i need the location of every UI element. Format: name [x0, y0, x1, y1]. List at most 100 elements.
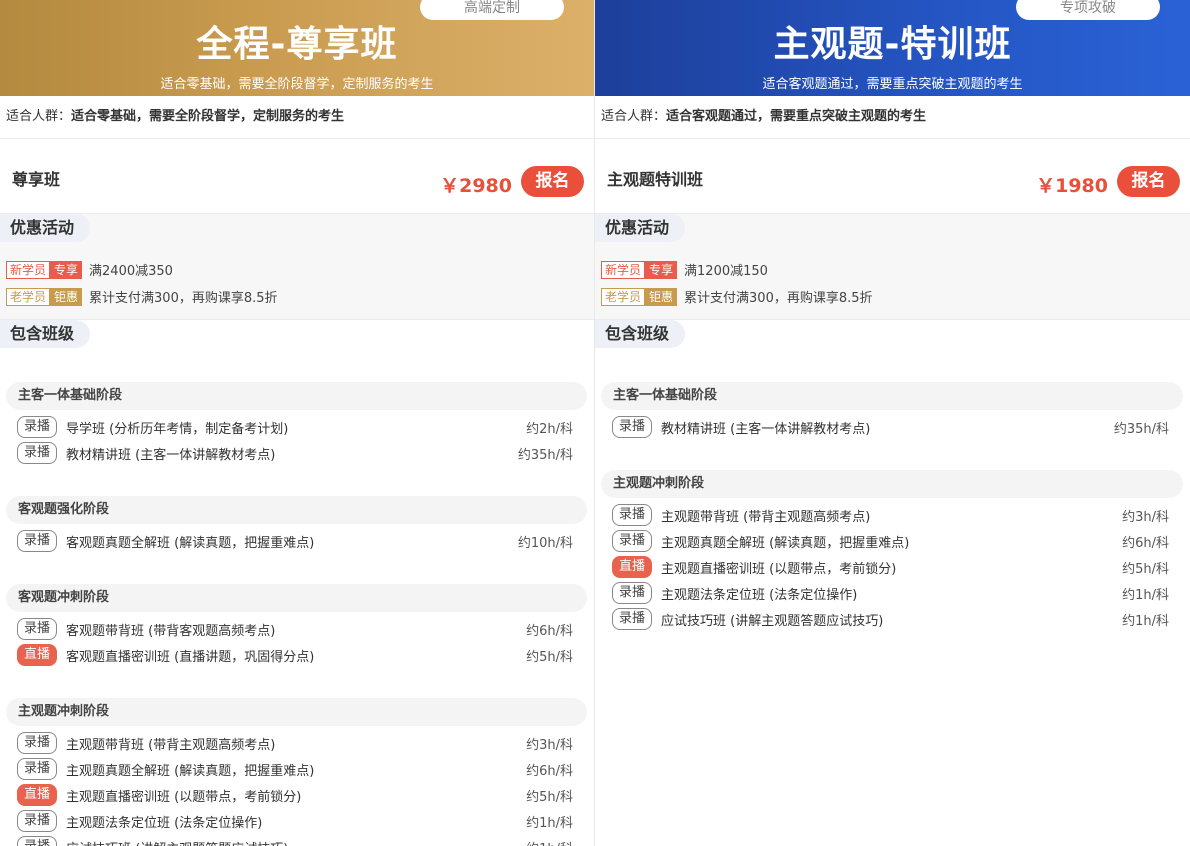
- class-duration: 约3h/科: [1122, 509, 1169, 525]
- class-item[interactable]: 录播 主观题带背班 (带背主观题高频考点) 约3h/科: [595, 502, 1190, 528]
- promotion-badge-audience: 老学员: [6, 287, 51, 306]
- promotion-item: 老学员 钜惠 累计支付满300，再购课享8.5折: [0, 283, 594, 310]
- class-item[interactable]: 直播 客观题直播密训班 (直播讲题，巩固得分点) 约5h/科: [0, 642, 594, 668]
- class-duration: 约10h/科: [517, 535, 573, 551]
- target-audience-value: 适合零基础，需要全阶段督学，定制服务的考生: [71, 109, 345, 124]
- class-item[interactable]: 录播 主观题法条定位班 (法条定位操作) 约1h/科: [0, 808, 594, 834]
- stage-title: 客观题强化阶段: [6, 496, 587, 524]
- class-name: 教材精讲班 (主客一体讲解教材考点): [661, 421, 871, 437]
- class-name: 主观题直播密训班 (以题带点，考前锁分): [661, 561, 897, 577]
- promotions-header: 优惠活动: [595, 214, 1190, 244]
- class-item[interactable]: 录播 教材精讲班 (主客一体讲解教材考点) 约35h/科: [595, 414, 1190, 440]
- promotion-text: 累计支付满300，再购课享8.5折: [684, 291, 873, 306]
- recorded-badge: 录播: [17, 836, 57, 846]
- stage-group: 主观题冲刺阶段 录播 主观题带背班 (带背主观题高频考点) 约3h/科 录播 主观题真题全…: [0, 698, 594, 846]
- class-name: 教材精讲班 (主客一体讲解教材考点): [66, 447, 276, 463]
- promotions: 优惠活动 新学员 专享 满2400减350 老学员 钜惠 累计支付满300，再购课享8.5折: [0, 214, 594, 320]
- stage-title: 主客一体基础阶段: [601, 382, 1183, 410]
- recorded-badge: 录播: [17, 758, 57, 780]
- plan-column-left: 高端定制 全程-尊享班 适合零基础，需要全阶段督学，定制服务的考生 适合人群：适合零基…: [0, 0, 595, 846]
- promotion-text: 满1200减150: [684, 264, 768, 279]
- class-item[interactable]: 直播 主观题直播密训班 (以题带点，考前锁分) 约5h/科: [0, 782, 594, 808]
- promotion-badge: 新学员 专享: [6, 260, 83, 279]
- class-name: 客观题真题全解班 (解读真题，把握重难点): [66, 535, 315, 551]
- stage-group: 主观题冲刺阶段 录播 主观题带背班 (带背主观题高频考点) 约3h/科 录播 主观题真题全…: [595, 470, 1190, 632]
- promotion-badge-audience: 新学员: [6, 260, 51, 279]
- stage-title: 主观题冲刺阶段: [601, 470, 1183, 498]
- class-item[interactable]: 录播 导学班 (分析历年考情，制定备考计划) 约2h/科: [0, 414, 594, 440]
- class-name: 主观题真题全解班 (解读真题，把握重难点): [66, 763, 315, 779]
- class-item[interactable]: 录播 主观题法条定位班 (法条定位操作) 约1h/科: [595, 580, 1190, 606]
- target-audience: 适合人群：适合零基础，需要全阶段督学，定制服务的考生: [0, 96, 594, 139]
- class-item[interactable]: 录播 主观题带背班 (带背主观题高频考点) 约3h/科: [0, 730, 594, 756]
- target-audience-label: 适合人群：: [6, 109, 72, 124]
- promotion-item: 新学员 专享 满2400减350: [0, 256, 594, 283]
- class-name: 主观题真题全解班 (解读真题，把握重难点): [661, 535, 910, 551]
- enroll-button[interactable]: 报名: [1117, 166, 1180, 197]
- target-audience-label: 适合人群：: [601, 109, 667, 124]
- class-item[interactable]: 录播 教材精讲班 (主客一体讲解教材考点) 约35h/科: [0, 440, 594, 466]
- recorded-badge: 录播: [612, 608, 652, 630]
- stage-list: 主客一体基础阶段 录播 导学班 (分析历年考情，制定备考计划) 约2h/科 录播 教材精讲…: [0, 350, 594, 846]
- promotion-badge-type: 专享: [645, 260, 678, 279]
- class-name: 客观题直播密训班 (直播讲题，巩固得分点): [66, 649, 315, 665]
- enroll-button[interactable]: 报名: [521, 166, 584, 197]
- class-duration: 约35h/科: [517, 447, 573, 463]
- plan-banner: 专项攻破 主观题-特训班 适合客观题通过，需要重点突破主观题的考生: [595, 0, 1190, 96]
- course-name: 尊享班: [12, 170, 61, 189]
- class-duration: 约5h/科: [526, 789, 573, 805]
- class-item[interactable]: 直播 主观题直播密训班 (以题带点，考前锁分) 约5h/科: [595, 554, 1190, 580]
- recorded-badge: 录播: [612, 530, 652, 552]
- recorded-badge: 录播: [17, 530, 57, 552]
- class-list: 录播 导学班 (分析历年考情，制定备考计划) 约2h/科 录播 教材精讲班 (主客一体讲…: [0, 410, 594, 466]
- class-item[interactable]: 录播 主观题真题全解班 (解读真题，把握重难点) 约6h/科: [595, 528, 1190, 554]
- course-price: ￥1980: [1036, 175, 1108, 197]
- included-classes-header: 包含班级: [595, 320, 1190, 350]
- class-item[interactable]: 录播应试技巧班 (讲解主观题答题应试技巧)约1h/科: [0, 834, 594, 846]
- class-duration: 约1h/科: [1122, 587, 1169, 603]
- promotion-text: 累计支付满300，再购课享8.5折: [89, 291, 278, 306]
- class-item[interactable]: 录播 客观题带背班 (带背客观题高频考点) 约6h/科: [0, 616, 594, 642]
- class-name: 主观题直播密训班 (以题带点，考前锁分): [66, 789, 302, 805]
- promotions-list: 新学员 专享 满1200减150 老学员 钜惠 累计支付满300，再购课享8.5折: [595, 244, 1190, 310]
- recorded-badge: 录播: [17, 618, 57, 640]
- class-duration: 约5h/科: [1122, 561, 1169, 577]
- promotion-badge-audience: 新学员: [601, 260, 646, 279]
- promotion-text: 满2400减350: [89, 264, 173, 279]
- recorded-badge: 录播: [17, 442, 57, 464]
- recorded-badge: 录播: [17, 416, 57, 438]
- banner-subtitle: 适合零基础，需要全阶段督学，定制服务的考生: [160, 77, 434, 92]
- class-duration: 约1h/科: [526, 815, 573, 831]
- promotion-badge-type: 专享: [50, 260, 83, 279]
- promotions-title: 优惠活动: [595, 214, 686, 242]
- included-classes: 包含班级 主客一体基础阶段 录播 教材精讲班 (主客一体讲解教材考点) 约35h/科 主观…: [595, 320, 1190, 632]
- class-item[interactable]: 录播 客观题真题全解班 (解读真题，把握重难点) 约10h/科: [0, 528, 594, 554]
- recorded-badge: 录播: [17, 810, 57, 832]
- class-name: 应试技巧班 (讲解主观题答题应试技巧): [661, 613, 884, 629]
- promotion-badge-audience: 老学员: [601, 287, 646, 306]
- class-item[interactable]: 录播应试技巧班 (讲解主观题答题应试技巧)约1h/科: [595, 606, 1190, 632]
- target-audience-value: 适合客观题通过，需要重点突破主观题的考生: [666, 109, 927, 124]
- included-classes-header: 包含班级: [0, 320, 594, 350]
- banner-tag: 专项攻破: [1016, 0, 1160, 20]
- live-badge: 直播: [17, 644, 57, 666]
- class-item[interactable]: 录播 主观题真题全解班 (解读真题，把握重难点) 约6h/科: [0, 756, 594, 782]
- promotions: 优惠活动新学员 专享 满1200减150 老学员 钜惠 累计支付满300，再购课享8.5折: [595, 214, 1190, 320]
- class-duration: 约6h/科: [526, 763, 573, 779]
- class-name: 主观题法条定位班 (法条定位操作): [661, 587, 858, 603]
- recorded-badge: 录播: [17, 732, 57, 754]
- plan-column-right: 专项攻破 主观题-特训班 适合客观题通过，需要重点突破主观题的考生适合人群：适合客观…: [595, 0, 1190, 846]
- class-duration: 约35h/科: [1113, 421, 1169, 437]
- stage-title: 主客一体基础阶段: [6, 382, 587, 410]
- course-price: ￥2980: [440, 175, 512, 197]
- stage-group: 客观题强化阶段录播 客观题真题全解班 (解读真题，把握重难点) 约10h/科: [0, 496, 594, 554]
- promotion-item: 老学员 钜惠 累计支付满300，再购课享8.5折: [595, 283, 1190, 310]
- class-list: 录播 主观题带背班 (带背主观题高频考点) 约3h/科 录播 主观题真题全解班 (解读真…: [595, 498, 1190, 632]
- recorded-badge: 录播: [612, 416, 652, 438]
- stage-group: 客观题冲刺阶段 录播 客观题带背班 (带背客观题高频考点) 约6h/科 直播 客观题直播密…: [0, 584, 594, 668]
- class-duration: 约3h/科: [526, 737, 573, 753]
- class-list: 录播 客观题真题全解班 (解读真题，把握重难点) 约10h/科: [0, 524, 594, 554]
- class-duration: 约6h/科: [526, 623, 573, 639]
- class-name: 应试技巧班 (讲解主观题答题应试技巧): [66, 838, 288, 846]
- class-name: 主观题带背班 (带背主观题高频考点): [66, 737, 276, 753]
